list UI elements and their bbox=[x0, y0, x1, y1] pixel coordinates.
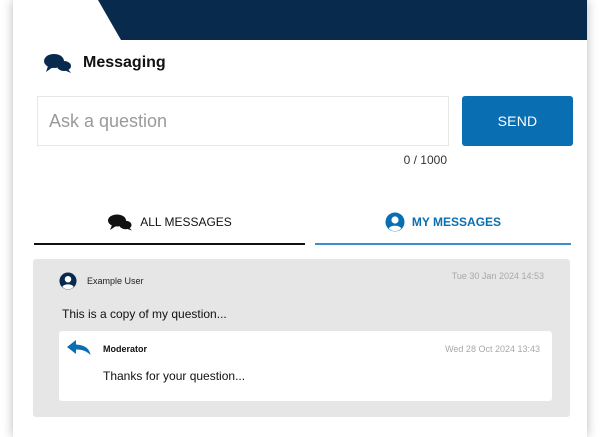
tab-all-messages[interactable]: ALL MESSAGES bbox=[34, 200, 305, 245]
message-thread: Example User Tue 30 Jan 2024 14:53 This … bbox=[33, 259, 570, 417]
messaging-header: Messaging bbox=[43, 52, 166, 74]
question-input[interactable] bbox=[37, 96, 449, 146]
message-timestamp: Tue 30 Jan 2024 14:53 bbox=[451, 271, 544, 281]
message-author: Example User bbox=[87, 276, 144, 286]
reply-author: Moderator bbox=[103, 344, 148, 354]
top-banner bbox=[98, 0, 587, 40]
message-header: Example User bbox=[59, 272, 144, 290]
messaging-panel: Messaging SEND 0 / 1000 ALL MESSAGES MY … bbox=[13, 0, 587, 437]
tab-all-messages-label: ALL MESSAGES bbox=[140, 214, 232, 229]
reply-arrow-icon bbox=[67, 340, 91, 355]
tab-my-messages[interactable]: MY MESSAGES bbox=[315, 200, 571, 245]
send-button[interactable]: SEND bbox=[462, 96, 573, 146]
message-text: This is a copy of my question... bbox=[62, 307, 227, 321]
moderator-reply: Moderator Wed 28 Oct 2024 13:43 Thanks f… bbox=[59, 331, 552, 401]
message-tabs: ALL MESSAGES MY MESSAGES bbox=[34, 200, 571, 245]
chat-bubbles-icon bbox=[108, 214, 133, 230]
tab-my-messages-label: MY MESSAGES bbox=[411, 214, 502, 229]
character-counter: 0 / 1000 bbox=[403, 153, 447, 167]
reply-timestamp: Wed 28 Oct 2024 13:43 bbox=[445, 344, 540, 354]
reply-text: Thanks for your question... bbox=[103, 369, 246, 383]
question-form: SEND bbox=[37, 96, 573, 146]
chat-bubbles-icon bbox=[44, 54, 71, 73]
user-avatar-icon bbox=[59, 272, 77, 290]
page-title: Messaging bbox=[83, 54, 166, 71]
user-circle-icon bbox=[385, 212, 405, 231]
